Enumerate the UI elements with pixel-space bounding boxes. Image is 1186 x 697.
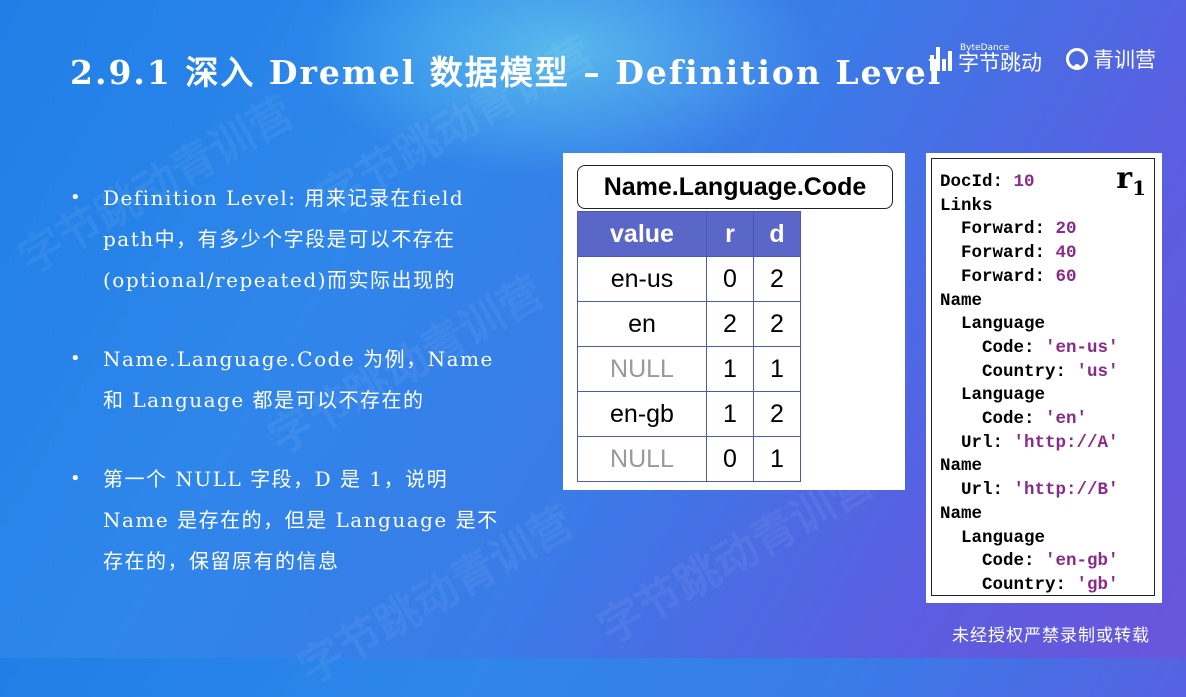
record-line: Language: [940, 313, 1119, 337]
table-title: Name.Language.Code: [577, 165, 893, 209]
record-line: Forward: 40: [940, 242, 1119, 266]
record-line: Code: 'en': [940, 408, 1119, 432]
record-line: Language: [940, 384, 1119, 408]
record-line: Name: [940, 290, 1119, 314]
camp-logo: 青训营: [1066, 44, 1156, 74]
record-key: Name: [940, 290, 983, 311]
record-key: Url:: [940, 480, 1004, 501]
bytedance-logo: ByteDance 字节跳动: [930, 44, 1042, 74]
record-key: Url:: [940, 432, 1004, 453]
record-key: Name: [940, 503, 983, 524]
bullet-text: Name.Language.Code 为例，Name 和 Language 都是…: [103, 347, 494, 412]
brand-logos: ByteDance 字节跳动 青训营: [930, 44, 1156, 74]
cell-value: NULL: [577, 346, 707, 392]
record-key: Code:: [940, 551, 1035, 572]
bullet-item: • Name.Language.Code 为例，Name 和 Language …: [70, 339, 510, 421]
record-line: Forward: 60: [940, 266, 1119, 290]
cell-value: en-us: [577, 256, 707, 302]
record-value: 'en-gb': [1034, 551, 1119, 572]
record-key: Links: [940, 195, 993, 216]
record-key: Forward:: [940, 219, 1046, 240]
header-value: value: [577, 211, 707, 257]
record-box: r1 DocId: 10 Links Forward: 20 Forward: 4…: [931, 158, 1155, 596]
record-line: Forward: 20: [940, 218, 1119, 242]
cell-value: en: [577, 301, 707, 347]
column-table: value r d en-us 0 2 en 2 2 NULL 1 1 en-g…: [577, 211, 801, 482]
record-key: Country:: [940, 574, 1067, 595]
cell-d: 2: [753, 391, 801, 437]
record-line: Code: 'en-us': [940, 337, 1119, 361]
record-key: Country:: [940, 361, 1067, 382]
record-line: Links: [940, 195, 1119, 219]
header-r: r: [706, 211, 754, 257]
table-row: NULL 1 1: [577, 346, 801, 392]
bullet-icon: •: [70, 468, 81, 489]
record-value: 'en-us': [1034, 337, 1119, 358]
bullet-item: • 第一个 NULL 字段，D 是 1，说明 Name 是存在的，但是 Lang…: [70, 459, 510, 582]
cell-value: NULL: [577, 436, 707, 482]
record-key: Code:: [940, 337, 1035, 358]
record-key: Language: [940, 314, 1046, 335]
record-key: DocId:: [940, 172, 1004, 192]
record-line: Code: 'en-gb': [940, 550, 1119, 574]
record-value: 'gb': [1066, 574, 1119, 595]
cell-r: 0: [706, 256, 754, 302]
cell-d: 2: [753, 301, 801, 347]
record-key: Name: [940, 456, 983, 477]
record-value: 20: [1045, 219, 1077, 240]
record-key: Code:: [940, 409, 1035, 430]
camp-logo-icon: [1066, 48, 1088, 70]
cell-d: 1: [753, 346, 801, 392]
table-row: en-gb 1 2: [577, 391, 801, 437]
cell-r: 1: [706, 391, 754, 437]
table-row: NULL 0 1: [577, 436, 801, 482]
record-key: Forward:: [940, 266, 1046, 287]
record-line: Country: 'gb': [940, 574, 1119, 598]
record-value: 'en': [1034, 409, 1088, 430]
cell-r: 1: [706, 346, 754, 392]
record-lines: DocId: 10 Links Forward: 20 Forward: 40 F…: [940, 171, 1119, 598]
record-value: 60: [1045, 266, 1077, 287]
bullet-icon: •: [70, 187, 81, 208]
table-row: en-us 0 2: [577, 256, 801, 302]
copyright-notice: 未经授权严禁录制或转载: [952, 626, 1150, 646]
bullet-item: • Definition Level: 用来记录在field path中，有多少…: [70, 178, 510, 301]
record-line: Language: [940, 527, 1119, 551]
record-line: Url: 'http://A': [940, 432, 1119, 456]
header-d: d: [753, 211, 801, 257]
bullet-list: • Definition Level: 用来记录在field path中，有多少…: [70, 178, 510, 620]
record-line: Name: [940, 503, 1119, 527]
record-line: Country: 'us': [940, 361, 1119, 385]
record-value: 'us': [1066, 361, 1119, 382]
record-key: Forward:: [940, 243, 1046, 264]
bytedance-name: 字节跳动: [958, 51, 1042, 75]
record-value: 40: [1045, 243, 1077, 264]
table-row: en 2 2: [577, 301, 801, 347]
cell-value: en-gb: [577, 391, 707, 437]
camp-name: 青训营: [1093, 48, 1156, 72]
cell-d: 1: [753, 436, 801, 482]
record-value: 10: [1003, 172, 1035, 192]
bullet-text: 第一个 NULL 字段，D 是 1，说明 Name 是存在的，但是 Langua…: [103, 467, 499, 573]
record-key: Language: [940, 527, 1046, 548]
column-table-panel: Name.Language.Code value r d en-us 0 2 e…: [563, 153, 905, 490]
record-value: 'http://A': [1003, 432, 1119, 453]
cell-r: 0: [706, 436, 754, 482]
record-key: Language: [940, 385, 1046, 406]
record-label: r1: [1116, 161, 1146, 200]
record-line: Url: 'http://B': [940, 479, 1119, 503]
bullet-text: Definition Level: 用来记录在field path中，有多少个字…: [103, 186, 465, 292]
page-title: 2.9.1 深入 Dremel 数据模型 – Definition Level: [70, 53, 943, 92]
record-line: DocId: 10: [940, 171, 1119, 195]
record-value: 'http://B': [1003, 480, 1119, 501]
cell-r: 2: [706, 301, 754, 347]
bytedance-bars-icon: [930, 47, 952, 71]
record-panel: r1 DocId: 10 Links Forward: 20 Forward: 4…: [926, 153, 1162, 603]
bullet-icon: •: [70, 348, 81, 369]
record-line: Name: [940, 455, 1119, 479]
cell-d: 2: [753, 256, 801, 302]
